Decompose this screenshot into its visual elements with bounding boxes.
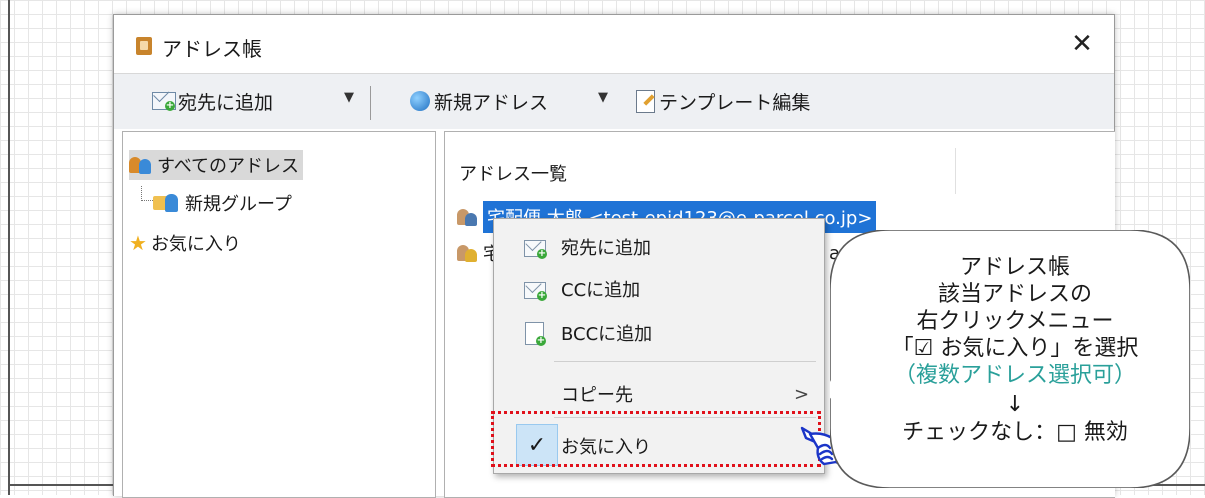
menu-item-add-bcc[interactable]: + BCCに追加 xyxy=(494,313,824,353)
new-address-icon xyxy=(410,91,430,111)
title-bar: アドレス帳 ✕ xyxy=(114,15,1114,73)
envelope-add-icon: + xyxy=(524,240,547,259)
callout-arrow: ↓ xyxy=(1005,392,1025,417)
menu-item-label: 宛先に追加 xyxy=(561,238,651,259)
callout-line: アドレス帳 xyxy=(959,255,1070,280)
callout-line: 右クリックメニュー xyxy=(916,309,1114,334)
menu-item-label: CCに追加 xyxy=(561,280,641,301)
menu-item-copy-to[interactable]: コピー先 > xyxy=(494,374,824,414)
template-edit-button[interactable]: テンプレート編集 xyxy=(636,87,810,115)
close-button[interactable]: ✕ xyxy=(1062,27,1102,61)
contact-icon xyxy=(457,243,479,263)
annotation-callout: アドレス帳 該当アドレスの 右クリックメニュー 「☑ お気に入り」を選択 （複数… xyxy=(830,230,1190,488)
add-to-recipient-label: 宛先に追加 xyxy=(178,91,274,114)
address-row-contact-icon xyxy=(457,201,483,233)
submenu-arrow-icon: > xyxy=(794,383,810,405)
new-address-button[interactable]: 新規アドレス xyxy=(410,87,548,115)
page-border-left xyxy=(8,0,10,495)
menu-separator xyxy=(554,361,816,362)
tree-item-favorites[interactable]: ★ お気に入り xyxy=(129,228,241,258)
column-separator xyxy=(955,148,956,194)
tree-item-label: すべてのアドレス xyxy=(157,156,300,177)
template-edit-icon xyxy=(636,89,655,113)
tree-item-label: 新規グループ xyxy=(185,194,292,215)
address-book-icon xyxy=(136,37,152,55)
menu-item-add-cc[interactable]: + CCに追加 xyxy=(494,269,824,309)
menu-item-label: コピー先 xyxy=(561,385,633,406)
window-title: アドレス帳 xyxy=(162,37,262,61)
toolbar-separator xyxy=(370,86,371,120)
menu-item-label: BCCに追加 xyxy=(561,324,653,345)
template-edit-label: テンプレート編集 xyxy=(659,91,811,114)
address-list-header[interactable]: アドレス一覧 xyxy=(459,160,567,186)
toolbar: + 宛先に追加 ▼ 新規アドレス ▼ テンプレート編集 xyxy=(114,73,1114,129)
favorite-highlight-box xyxy=(491,411,821,467)
envelope-add-icon: + xyxy=(152,92,176,111)
folder-people-icon xyxy=(153,192,181,214)
callout-line: チェックなし：□ 無効 xyxy=(902,420,1128,445)
menu-item-add-to[interactable]: + 宛先に追加 xyxy=(494,227,824,267)
star-icon: ★ xyxy=(129,231,147,255)
people-icon xyxy=(129,155,153,175)
callout-line: 該当アドレスの xyxy=(937,282,1092,307)
callout-line: 「☑ お気に入り」を選択 xyxy=(891,336,1139,361)
new-address-label: 新規アドレス xyxy=(434,91,549,114)
envelope-add-icon: + xyxy=(524,282,547,301)
contact-icon xyxy=(457,207,479,227)
tree-item-new-group[interactable]: 新規グループ xyxy=(153,188,292,218)
callout-line-note: （複数アドレス選択可） xyxy=(893,363,1136,388)
address-tree-pane: すべてのアドレス 新規グループ ★ お気に入り xyxy=(122,131,436,498)
new-address-dropdown-icon[interactable]: ▼ xyxy=(598,90,608,105)
add-to-recipient-dropdown-icon[interactable]: ▼ xyxy=(344,90,354,105)
add-to-recipient-button[interactable]: + 宛先に追加 xyxy=(152,87,273,115)
document-add-icon: + xyxy=(525,322,546,346)
tree-item-all-addresses[interactable]: すべてのアドレス xyxy=(129,150,304,180)
tree-item-label: お気に入り xyxy=(150,234,241,255)
tree-connector xyxy=(141,186,153,201)
